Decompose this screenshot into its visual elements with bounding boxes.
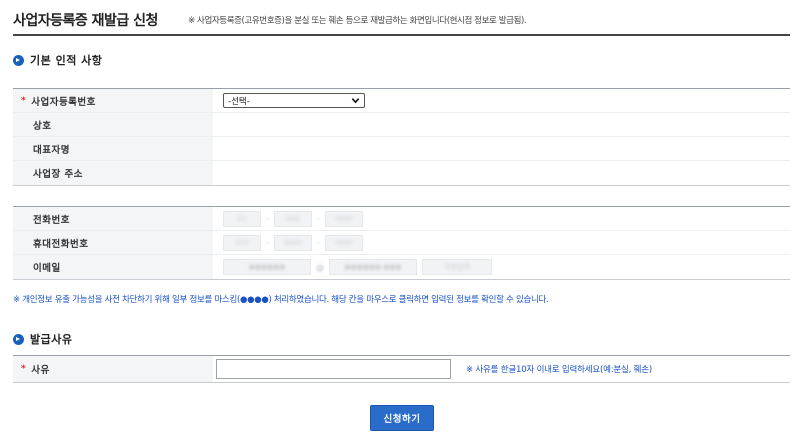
reason-table: * 사유 ※ 사유를 한글10자 이내로 입력하세요(예:분실, 훼손) [13, 355, 790, 383]
row-company-name: 상호 [13, 113, 790, 137]
section-basic-info-heading: 기본 인적 사항 [13, 52, 102, 68]
phone-part-2-field[interactable]: 000 [273, 210, 312, 227]
field-label: 전화번호 [13, 207, 213, 230]
section-title: 기본 인적 사항 [30, 54, 103, 67]
submit-button[interactable]: 신청하기 [370, 405, 434, 431]
field-value: 010 - 0000 - 0000 [213, 231, 790, 254]
field-value: ※ 사유를 한글10자 이내로 입력하세요(예:분실, 훼손) [213, 356, 790, 382]
reason-input[interactable] [216, 359, 451, 379]
phone-part-1-field[interactable]: 02 [223, 210, 261, 227]
section-reason-heading: 발급사유 [13, 331, 72, 347]
field-value [213, 161, 790, 185]
field-value [213, 113, 790, 136]
page-title: 사업자등록증 재발급 신청 [13, 13, 158, 29]
field-label: 대표자명 [13, 137, 213, 160]
basic-info-table: * 사업자등록번호 -선택- 상호 대표자명 사업장 주소 [13, 88, 790, 186]
row-email: 이메일 ●●●●●● @ ●●●●●●.●●● 직접입력 [13, 255, 790, 279]
field-label: 이메일 [13, 255, 213, 279]
row-mobile: 휴대전화번호 010 - 0000 - 0000 [13, 231, 790, 255]
chevron-down-icon [351, 98, 360, 104]
mobile-part-2-field[interactable]: 0000 [273, 234, 312, 251]
privacy-notice: ※ 개인정보 유출 가능성을 사전 차단하기 위해 일부 정보를 마스킹(●●●… [13, 295, 549, 305]
contact-info-table: 전화번호 02 - 000 - 0000 휴대전화번호 010 - 0000 -… [13, 206, 790, 280]
row-representative: 대표자명 [13, 137, 790, 161]
field-value: ●●●●●● @ ●●●●●●.●●● 직접입력 [213, 255, 790, 279]
field-label: 상호 [13, 113, 213, 136]
row-phone: 전화번호 02 - 000 - 0000 [13, 207, 790, 231]
page-description: ※ 사업자등록증(고유번호증)을 분실 또는 훼손 등으로 재발급하는 화면입니… [188, 16, 527, 26]
select-value: -선택- [228, 96, 250, 107]
mobile-part-3-field[interactable]: 0000 [324, 234, 363, 251]
field-value: 02 - 000 - 0000 [213, 207, 790, 230]
row-business-number: * 사업자등록번호 -선택- [13, 89, 790, 113]
section-title: 발급사유 [30, 333, 73, 346]
field-value: -선택- [213, 89, 790, 112]
required-mark: * [21, 364, 27, 374]
page-header: 사업자등록증 재발급 신청 ※ 사업자등록증(고유번호증)을 분실 또는 훼손 … [13, 8, 790, 36]
row-address: 사업장 주소 [13, 161, 790, 185]
field-label: 사업장 주소 [13, 161, 213, 185]
field-label-text: 사유 [31, 365, 50, 376]
row-reason: * 사유 ※ 사유를 한글10자 이내로 입력하세요(예:분실, 훼손) [13, 356, 790, 382]
field-label-text: 사업자등록번호 [31, 96, 96, 108]
required-mark: * [21, 95, 27, 106]
reason-hint: ※ 사유를 한글10자 이내로 입력하세요(예:분실, 훼손) [466, 365, 653, 375]
email-id-field[interactable]: ●●●●●● [223, 259, 311, 275]
business-number-select[interactable]: -선택- [223, 93, 365, 108]
field-value [213, 137, 790, 160]
circle-arrow-icon [13, 54, 24, 66]
email-domain-select[interactable]: 직접입력 [422, 259, 492, 275]
field-label: 휴대전화번호 [13, 231, 213, 254]
phone-part-3-field[interactable]: 0000 [324, 210, 363, 227]
mobile-part-1-field[interactable]: 010 [223, 234, 261, 251]
field-label: * 사유 [13, 356, 213, 382]
email-domain-field[interactable]: ●●●●●●.●●● [329, 259, 417, 275]
field-label: * 사업자등록번호 [13, 89, 213, 112]
circle-arrow-icon [13, 333, 24, 345]
